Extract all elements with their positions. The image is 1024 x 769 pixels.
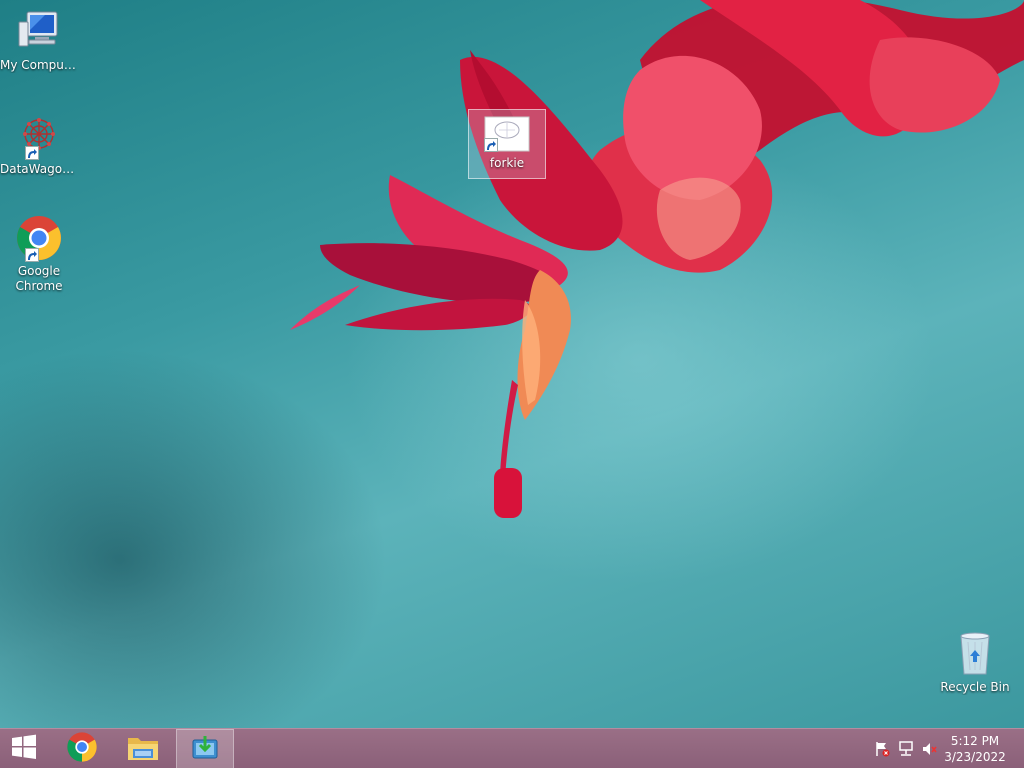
desktop-icon-datawagon[interactable]: DataWagon...: [0, 112, 78, 177]
chrome-icon: [15, 214, 63, 262]
shortcut-arrow-icon: [25, 146, 39, 160]
desktop-icon-google-chrome[interactable]: Google Chrome: [0, 214, 78, 294]
taskbar-file-explorer-button[interactable]: [115, 729, 171, 769]
install-icon: [191, 734, 219, 764]
clock-time: 5:12 PM: [950, 734, 1000, 748]
desktop-icon-label: My Computer: [0, 58, 78, 72]
taskbar-chrome-button[interactable]: [54, 729, 110, 769]
desktop[interactable]: My Computer DataWagon... Google Chrome f…: [0, 0, 1024, 728]
taskbar: 5:12 PM 3/23/2022: [0, 728, 1024, 769]
desktop-icon-label: Recycle Bin: [940, 680, 1010, 694]
start-button[interactable]: [0, 729, 48, 769]
datawagon-icon: [15, 112, 63, 160]
chrome-icon: [66, 731, 98, 767]
windows-logo-icon: [10, 733, 38, 765]
volume-muted-icon[interactable]: [922, 741, 938, 757]
folder-icon: [126, 732, 160, 766]
action-center-flag-icon[interactable]: [874, 741, 890, 757]
desktop-icon-label: Google Chrome: [15, 264, 63, 293]
computer-icon: [15, 8, 63, 56]
desktop-icon-label: forkie: [489, 156, 525, 170]
desktop-icon-forkie[interactable]: forkie: [468, 109, 546, 179]
clock-date: 3/23/2022: [944, 750, 1006, 764]
desktop-icon-recycle-bin[interactable]: Recycle Bin: [936, 630, 1014, 695]
shortcut-arrow-icon: [484, 138, 498, 152]
network-icon[interactable]: [898, 741, 914, 757]
system-clock[interactable]: 5:12 PM 3/23/2022: [940, 733, 1010, 765]
desktop-icon-my-computer[interactable]: My Computer: [0, 8, 78, 73]
taskbar-installer-button[interactable]: [176, 729, 234, 769]
recycle-bin-icon: [951, 630, 999, 678]
desktop-icon-label: DataWagon...: [0, 162, 78, 176]
shortcut-arrow-icon: [25, 248, 39, 262]
document-icon: [484, 116, 530, 154]
